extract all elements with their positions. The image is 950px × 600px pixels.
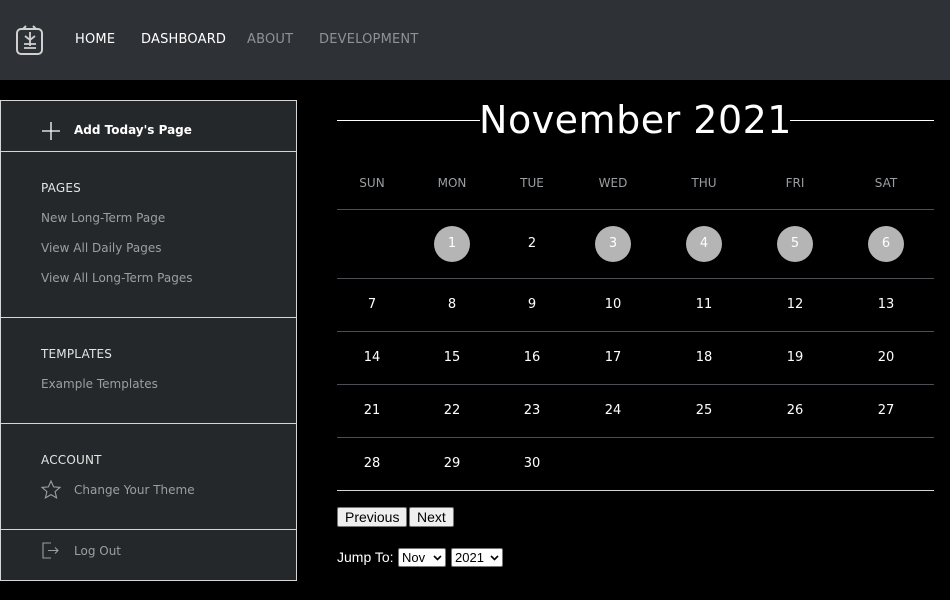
calendar-day-11[interactable]: 11 xyxy=(686,287,722,323)
weekday-label-mon: MON xyxy=(437,176,467,190)
calendar-day-6[interactable]: 6 xyxy=(868,226,904,262)
top-navigation-bar: HOME DASHBOARD ABOUT DEVELOPMENT xyxy=(0,0,950,80)
add-page-section[interactable]: Add Today's Page xyxy=(1,101,296,151)
calendar-day-24[interactable]: 24 xyxy=(595,393,631,429)
calendar-day-8[interactable]: 8 xyxy=(434,287,470,323)
calendar-header: November 2021 xyxy=(337,98,934,144)
nav-dashboard[interactable]: DASHBOARD xyxy=(141,32,226,47)
calendar-day-22[interactable]: 22 xyxy=(434,393,470,429)
calendar-day-28[interactable]: 28 xyxy=(354,446,390,482)
calendar-row-divider xyxy=(337,384,934,385)
change-theme-link[interactable]: Change Your Theme xyxy=(74,483,195,497)
calendar-bottom-rule xyxy=(337,490,934,491)
weekday-label-wed: WED xyxy=(598,176,628,190)
account-section: ACCOUNT Change Your Theme xyxy=(1,423,296,530)
weekday-label-tue: TUE xyxy=(520,176,544,190)
logout-icon xyxy=(42,542,59,559)
logo-icon[interactable] xyxy=(15,24,45,56)
star-icon xyxy=(41,480,61,499)
calendar-day-13[interactable]: 13 xyxy=(868,287,904,323)
calendar-day-14[interactable]: 14 xyxy=(354,340,390,376)
calendar-day-20[interactable]: 20 xyxy=(868,340,904,376)
calendar-day-29[interactable]: 29 xyxy=(434,446,470,482)
logout-section[interactable]: Log Out xyxy=(1,529,296,581)
templates-section: TEMPLATES Example Templates xyxy=(1,317,296,424)
calendar-row-divider xyxy=(337,437,934,438)
calendar-day-1[interactable]: 1 xyxy=(434,226,470,262)
jump-to-label: Jump To: xyxy=(337,549,394,565)
view-all-daily-pages-link[interactable]: View All Daily Pages xyxy=(41,241,161,255)
chevron-down-icon xyxy=(433,555,442,561)
calendar-day-7[interactable]: 7 xyxy=(354,287,390,323)
nav-about[interactable]: ABOUT xyxy=(247,32,293,47)
calendar-day-16[interactable]: 16 xyxy=(514,340,550,376)
calendar-day-21[interactable]: 21 xyxy=(354,393,390,429)
account-heading: ACCOUNT xyxy=(41,453,102,467)
calendar-day-12[interactable]: 12 xyxy=(777,287,813,323)
calendar-day-18[interactable]: 18 xyxy=(686,340,722,376)
calendar-day-2[interactable]: 2 xyxy=(514,226,550,262)
plus-icon xyxy=(42,122,60,140)
next-month-button[interactable]: Next xyxy=(409,507,454,527)
weekday-label-sun: SUN xyxy=(359,176,385,190)
calendar-day-27[interactable]: 27 xyxy=(868,393,904,429)
weekday-label-fri: FRI xyxy=(785,176,805,190)
pages-heading: PAGES xyxy=(41,181,81,195)
add-todays-page-link[interactable]: Add Today's Page xyxy=(74,123,192,137)
month-select-value: Nov xyxy=(402,550,426,565)
weekday-label-thu: THU xyxy=(691,176,717,190)
calendar-day-9[interactable]: 9 xyxy=(514,287,550,323)
calendar-day-30[interactable]: 30 xyxy=(514,446,550,482)
year-select-value: 2021 xyxy=(455,550,484,565)
example-templates-link[interactable]: Example Templates xyxy=(41,377,158,391)
calendar-day-5[interactable]: 5 xyxy=(777,226,813,262)
calendar-day-10[interactable]: 10 xyxy=(595,287,631,323)
calendar-day-15[interactable]: 15 xyxy=(434,340,470,376)
nav-development[interactable]: DEVELOPMENT xyxy=(319,32,418,47)
new-long-term-page-link[interactable]: New Long-Term Page xyxy=(41,211,165,225)
calendar-day-19[interactable]: 19 xyxy=(777,340,813,376)
month-select[interactable]: Nov xyxy=(398,548,446,567)
chevron-down-icon xyxy=(490,555,499,561)
calendar-row-divider xyxy=(337,331,934,332)
calendar-month-title: November 2021 xyxy=(479,98,792,142)
calendar-day-17[interactable]: 17 xyxy=(595,340,631,376)
nav-home[interactable]: HOME xyxy=(75,32,115,47)
calendar-day-26[interactable]: 26 xyxy=(777,393,813,429)
weekday-label-sat: SAT xyxy=(874,176,898,190)
calendar-day-4[interactable]: 4 xyxy=(686,226,722,262)
year-select[interactable]: 2021 xyxy=(451,548,503,567)
calendar-day-23[interactable]: 23 xyxy=(514,393,550,429)
sidebar: Add Today's Page PAGES New Long-Term Pag… xyxy=(0,100,297,581)
calendar-day-3[interactable]: 3 xyxy=(595,226,631,262)
log-out-link[interactable]: Log Out xyxy=(74,544,121,558)
calendar-row-divider xyxy=(337,278,934,279)
templates-heading: TEMPLATES xyxy=(41,347,113,361)
calendar-row-divider xyxy=(337,209,934,210)
pages-section: PAGES New Long-Term Page View All Daily … xyxy=(1,151,296,318)
calendar-day-25[interactable]: 25 xyxy=(686,393,722,429)
previous-month-button[interactable]: Previous xyxy=(337,507,408,527)
view-all-long-term-pages-link[interactable]: View All Long-Term Pages xyxy=(41,271,192,285)
